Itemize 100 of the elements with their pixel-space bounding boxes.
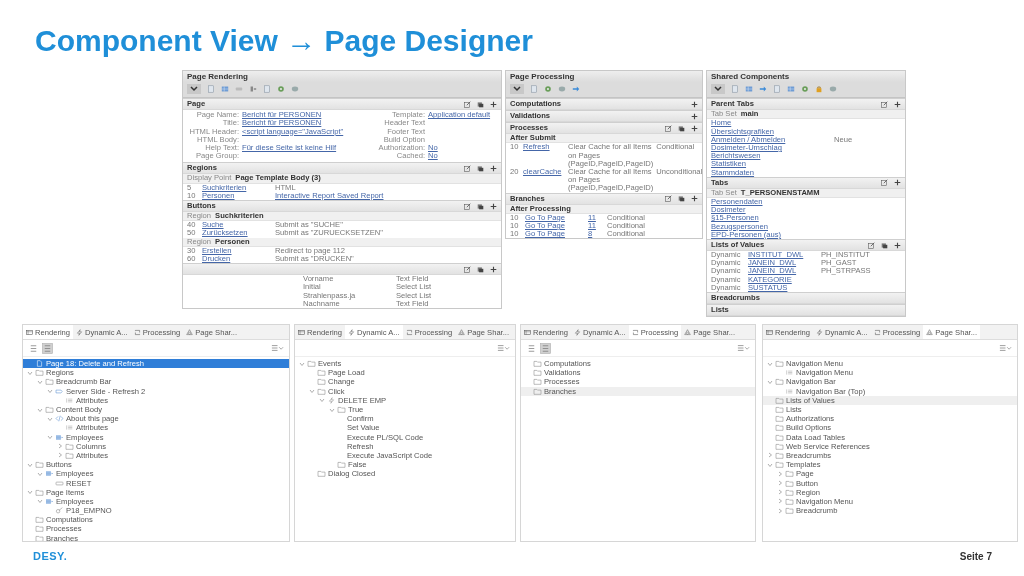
plus-icon[interactable]	[490, 164, 497, 172]
caret-down-icon[interactable]	[27, 461, 33, 468]
caret-down-icon[interactable]	[27, 369, 33, 376]
edit-icon[interactable]	[868, 241, 875, 249]
grid-icon[interactable]	[787, 85, 795, 94]
edit-icon[interactable]	[665, 124, 672, 132]
report-icon	[55, 433, 64, 441]
list-icon	[65, 396, 74, 404]
caret-right-icon[interactable]	[57, 452, 63, 459]
list-view-icon[interactable]	[540, 342, 551, 354]
folder-icon	[35, 461, 44, 469]
report-icon	[45, 497, 54, 505]
button-icon[interactable]	[235, 85, 243, 94]
plus-icon[interactable]	[894, 241, 901, 249]
caret-down-icon[interactable]	[27, 489, 33, 496]
folder-icon	[45, 406, 54, 414]
caret-down-icon[interactable]	[37, 470, 43, 477]
plus-icon[interactable]	[490, 202, 497, 210]
folder-icon	[317, 470, 326, 478]
edit-icon[interactable]	[464, 202, 471, 210]
copy-icon[interactable]	[477, 202, 484, 210]
doc-icon[interactable]	[530, 85, 538, 94]
copy-icon[interactable]	[678, 124, 685, 132]
button-icon	[55, 479, 64, 487]
caret-down-icon[interactable]	[319, 397, 325, 404]
plus-icon[interactable]	[691, 112, 698, 120]
refresh-icon	[133, 328, 141, 336]
caret-icon[interactable]	[510, 84, 524, 95]
caret-down-icon[interactable]	[47, 388, 53, 395]
caret-right-icon[interactable]	[777, 470, 783, 477]
code-icon	[55, 415, 64, 423]
slide-title: Component View → Page Designer	[35, 24, 533, 58]
doc-icon[interactable]	[731, 85, 739, 94]
caret-down-icon[interactable]	[767, 461, 773, 468]
caret-down-icon[interactable]	[37, 498, 43, 505]
caret-down-icon[interactable]	[37, 378, 43, 385]
copy-icon[interactable]	[477, 164, 484, 172]
caret-down-icon[interactable]	[47, 415, 53, 422]
edit-icon[interactable]	[881, 179, 888, 187]
copy-icon[interactable]	[678, 195, 685, 203]
caret-right-icon[interactable]	[777, 507, 783, 514]
caret-right-icon[interactable]	[777, 489, 783, 496]
lightning-icon	[574, 328, 582, 336]
item-icon[interactable]	[249, 85, 257, 94]
copy-icon[interactable]	[477, 265, 484, 273]
edit-icon[interactable]	[464, 265, 471, 273]
panel-title: Page Rendering	[183, 71, 501, 83]
plus-icon[interactable]	[490, 100, 497, 108]
arrow-icon[interactable]	[572, 85, 580, 94]
lock-icon[interactable]	[815, 85, 823, 94]
gear-icon[interactable]	[544, 85, 552, 94]
caret-right-icon[interactable]	[767, 452, 773, 459]
shapes-icon	[458, 328, 466, 336]
plus-icon[interactable]	[691, 100, 698, 108]
caret-down-icon[interactable]	[37, 406, 43, 413]
caret-icon[interactable]	[187, 84, 201, 95]
edit-icon[interactable]	[464, 164, 471, 172]
arrow-icon[interactable]	[759, 85, 767, 94]
copy-icon[interactable]	[477, 100, 484, 108]
caret-down-icon[interactable]	[767, 378, 773, 385]
caret-right-icon[interactable]	[57, 443, 63, 450]
caret-right-icon[interactable]	[777, 480, 783, 487]
copy-icon[interactable]	[881, 241, 888, 249]
menu-icon[interactable]	[271, 344, 284, 352]
folder-icon	[35, 488, 44, 496]
refresh-icon	[405, 328, 413, 336]
grid-icon[interactable]	[745, 85, 753, 94]
list-view-icon[interactable]	[42, 342, 53, 354]
sort-icon[interactable]	[526, 342, 537, 354]
caret-right-icon[interactable]	[777, 498, 783, 505]
plus-icon[interactable]	[894, 100, 901, 108]
page-icon[interactable]	[207, 85, 215, 94]
caret-icon[interactable]	[711, 84, 725, 95]
page-number: Seite 7	[959, 551, 992, 562]
caret-down-icon[interactable]	[767, 360, 773, 367]
caret-down-icon[interactable]	[309, 388, 315, 395]
menu-icon[interactable]	[737, 344, 750, 352]
grid-icon	[298, 328, 305, 336]
caret-down-icon[interactable]	[299, 360, 305, 367]
plus-icon[interactable]	[894, 179, 901, 187]
plus-icon[interactable]	[691, 124, 698, 132]
grid-icon	[524, 328, 531, 336]
edit-icon[interactable]	[665, 195, 672, 203]
page-icon	[35, 360, 44, 368]
doc-icon[interactable]	[773, 85, 781, 94]
plus-icon[interactable]	[691, 195, 698, 203]
menu-icon[interactable]	[999, 344, 1012, 352]
grid-icon[interactable]	[221, 85, 229, 94]
gear-icon[interactable]	[801, 85, 809, 94]
caret-down-icon[interactable]	[329, 406, 335, 413]
list-icon	[65, 424, 74, 432]
edit-icon[interactable]	[464, 100, 471, 108]
plus-icon[interactable]	[490, 265, 497, 273]
sort-icon[interactable]	[28, 342, 39, 354]
caret-down-icon[interactable]	[47, 434, 53, 441]
doc-icon[interactable]	[263, 85, 271, 94]
menu-icon[interactable]	[497, 344, 510, 352]
edit-icon[interactable]	[881, 100, 888, 108]
gear-icon[interactable]	[277, 85, 285, 94]
folder-icon	[337, 461, 346, 469]
